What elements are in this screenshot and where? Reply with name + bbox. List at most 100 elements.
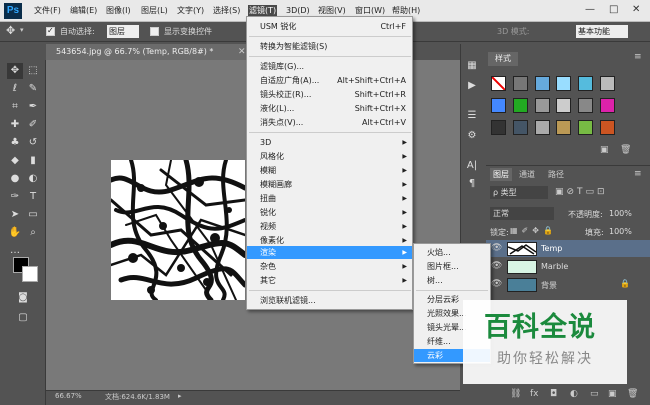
menu-item-adaptive-wide-angle[interactable]: 自适应广角(A)... Alt+Shift+Ctrl+A [247,74,412,87]
style-swatch[interactable] [600,120,615,135]
link-layers-icon[interactable]: ⛓ [510,389,521,399]
style-swatch[interactable] [513,76,528,91]
properties-icon[interactable]: ☰ [465,110,479,121]
menu-item-sharpen[interactable]: 锐化 ▶ [247,206,412,219]
menu-type[interactable]: 文字(Y) [177,5,204,17]
menu-file[interactable]: 文件(F) [34,5,61,17]
style-swatch[interactable] [578,98,593,113]
background-color-swatch[interactable] [22,266,38,282]
panel-menu-icon[interactable]: ≡ [634,52,642,62]
adjustments-icon[interactable]: ⚙ [465,130,479,141]
tab-paths[interactable]: 路径 [548,169,564,180]
dodge-tool-icon[interactable]: ◐ [25,171,41,187]
style-swatch[interactable] [513,120,528,135]
menu-item-distort[interactable]: 扭曲 ▶ [247,192,412,205]
submenu-item-flame[interactable]: 火焰... [414,246,490,259]
opacity-input[interactable]: 100% [609,209,632,218]
paragraph-icon[interactable]: ¶ [465,178,479,189]
eye-icon[interactable]: 👁 [491,243,502,253]
lock-icons[interactable]: ▦✐✥🔒 [510,226,557,235]
style-swatch[interactable] [556,98,571,113]
layer-style-icon[interactable]: fx [530,389,539,399]
menu-item-noise[interactable]: 杂色 ▶ [247,260,412,273]
type-tool-icon[interactable]: T [25,189,41,205]
new-layer-icon[interactable]: ▣ [608,389,617,399]
submenu-item-tree[interactable]: 树... [414,274,490,287]
lasso-tool-icon[interactable]: ℓ [7,81,23,97]
chevron-down-icon[interactable]: ▾ [20,26,24,34]
close-button[interactable]: ✕ [632,3,640,17]
blend-mode-dropdown[interactable]: 正常 [490,207,554,220]
group-icon[interactable]: ▭ [590,389,599,399]
marquee-tool-icon[interactable]: ⬚ [25,63,41,79]
close-tab-icon[interactable]: ✕ [238,44,246,60]
quick-select-tool-icon[interactable]: ✎ [25,81,41,97]
menu-item-vanishing-point[interactable]: 消失点(V)... Alt+Ctrl+V [247,116,412,129]
workspace-dropdown[interactable]: 基本功能 [576,25,628,38]
layer-kind-filter[interactable]: ρ 类型 [490,186,548,199]
crop-tool-icon[interactable]: ⌗ [7,99,23,115]
style-swatch[interactable] [578,76,593,91]
styles-tab[interactable]: 样式 [488,52,518,66]
clone-stamp-tool-icon[interactable]: ♣ [7,135,23,151]
style-swatch[interactable] [600,76,615,91]
chevron-right-icon[interactable]: ▸ [178,392,182,400]
pen-tool-icon[interactable]: ✑ [7,189,23,205]
auto-select-checkbox[interactable] [46,26,55,36]
shape-tool-icon[interactable]: ▭ [25,207,41,223]
style-swatch[interactable] [535,120,550,135]
menu-layer[interactable]: 图层(L) [141,5,168,17]
submenu-item-picture-frame[interactable]: 图片框... [414,260,490,273]
new-style-icon[interactable]: ▣ [600,145,609,155]
add-mask-icon[interactable]: ◘ [550,389,557,399]
eye-icon[interactable]: 👁 [491,279,502,289]
menu-item-blur[interactable]: 模糊 ▶ [247,164,412,177]
healing-brush-tool-icon[interactable]: ✚ [7,117,23,133]
style-swatch[interactable] [556,120,571,135]
move-tool-icon[interactable]: ✥ [6,24,15,37]
hand-tool-icon[interactable]: ✋ [7,225,23,241]
menu-item-liquify[interactable]: 液化(L)... Shift+Ctrl+X [247,102,412,115]
style-swatch[interactable] [600,98,615,113]
path-select-tool-icon[interactable]: ➤ [7,207,23,223]
zoom-tool-icon[interactable]: ⌕ [25,225,41,241]
menu-item-smart-filter[interactable]: 转换为智能滤镜(S) [247,40,412,53]
maximize-button[interactable]: □ [609,3,618,17]
gradient-tool-icon[interactable]: ▮ [25,153,41,169]
blur-tool-icon[interactable]: ● [7,171,23,187]
eye-icon[interactable]: 👁 [491,261,502,271]
character-icon[interactable]: A| [465,160,479,171]
document-tab[interactable]: 543654.jpg @ 66.7% (Temp, RGB/8#) * [46,44,251,60]
menu-edit[interactable]: 编辑(E) [70,5,97,17]
menu-item-other[interactable]: 其它 ▶ [247,274,412,287]
screen-mode-icon[interactable]: ▢ [15,310,31,326]
layer-name[interactable]: 背景 [541,280,557,291]
panel-menu-icon[interactable]: ≡ [634,169,642,179]
menu-item-video[interactable]: 视频 ▶ [247,220,412,233]
menu-item-blur-gallery[interactable]: 模糊画廊 ▶ [247,178,412,191]
style-swatch-none[interactable] [491,76,506,91]
layer-filter-icons[interactable]: ▣⊘T▭⊡ [555,187,608,197]
fill-input[interactable]: 100% [609,227,632,236]
marble-image[interactable] [111,160,245,300]
auto-select-dropdown[interactable]: 图层 [107,25,139,38]
style-swatch[interactable] [491,120,506,135]
history-brush-tool-icon[interactable]: ↺ [25,135,41,151]
history-icon[interactable]: ▦ [465,60,479,71]
eraser-tool-icon[interactable]: ◆ [7,153,23,169]
tab-channels[interactable]: 通道 [519,169,535,180]
zoom-level[interactable]: 66.67% [55,392,82,400]
adjustment-layer-icon[interactable]: ◐ [570,389,578,399]
menu-item-3d[interactable]: 3D ▶ [247,136,412,149]
tab-layers[interactable]: 图层 [490,168,512,181]
show-transform-checkbox[interactable] [150,27,159,36]
menu-item-stylize[interactable]: 风格化 ▶ [247,150,412,163]
quick-mask-icon[interactable]: ◙ [15,290,31,306]
style-swatch[interactable] [535,98,550,113]
minimize-button[interactable]: — [585,3,595,17]
style-swatch[interactable] [578,120,593,135]
menu-item-lens-correction[interactable]: 镜头校正(R)... Shift+Ctrl+R [247,88,412,101]
menu-image[interactable]: 图像(I) [106,5,131,17]
style-swatch[interactable] [556,76,571,91]
style-swatch[interactable] [513,98,528,113]
